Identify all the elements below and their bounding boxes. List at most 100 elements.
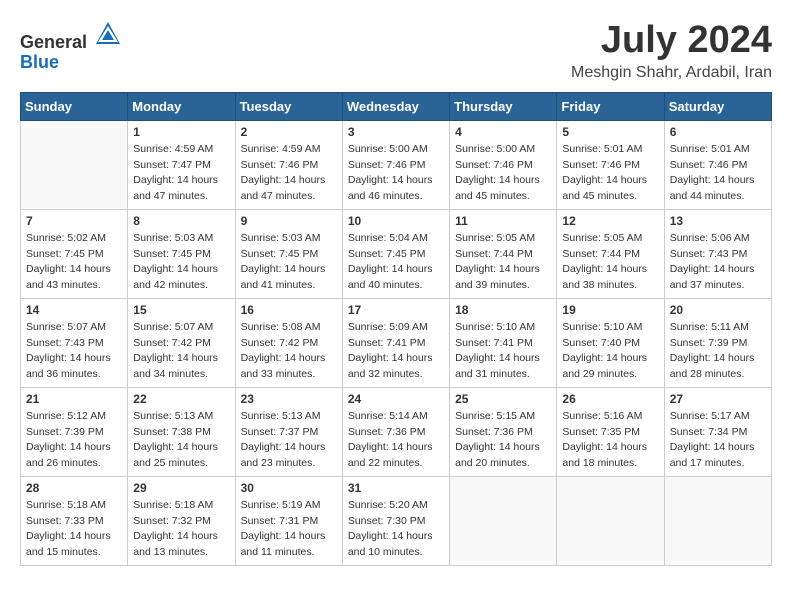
calendar-cell: 15Sunrise: 5:07 AMSunset: 7:42 PMDayligh… [128,298,235,387]
day-number: 14 [26,303,122,317]
day-content: Sunrise: 5:10 AMSunset: 7:40 PMDaylight:… [562,320,658,383]
calendar-week-row: 14 Sunrise: 5:07 AMSunset: 7:43 PMDayligh… [21,298,772,387]
calendar-cell: 19 Sunrise: 5:10 AMSunset: 7:40 PMDayligh… [557,298,664,387]
day-number: 26 [562,392,658,406]
weekday-header-row: SundayMondayTuesdayWednesdayThursdayFrid… [21,92,772,120]
day-content: Sunrise: 5:03 AMSunset: 7:45 PMDaylight:… [133,231,229,294]
weekday-header-wednesday: Wednesday [342,92,449,120]
day-number: 15 [133,303,229,317]
calendar-week-row: 28 Sunrise: 5:18 AMSunset: 7:33 PMDayligh… [21,476,772,565]
day-number: 9 [241,214,337,228]
day-number: 29 [133,481,229,495]
day-content: Sunrise: 5:09 AMSunset: 7:41 PMDaylight:… [348,320,444,383]
logo-icon [94,20,122,48]
calendar-cell: 31 Sunrise: 5:20 AMSunset: 7:30 PMDayligh… [342,476,449,565]
day-number: 11 [455,214,551,228]
day-content: Sunrise: 5:14 AMSunset: 7:36 PMDaylight:… [348,409,444,472]
calendar-table: SundayMondayTuesdayWednesdayThursdayFrid… [20,92,772,566]
day-content: Sunrise: 5:18 AMSunset: 7:32 PMDaylight:… [133,498,229,561]
day-number: 7 [26,214,122,228]
calendar-cell: 23Sunrise: 5:13 AMSunset: 7:37 PMDayligh… [235,387,342,476]
calendar-cell: 3Sunrise: 5:00 AMSunset: 7:46 PMDaylight… [342,120,449,209]
day-content: Sunrise: 5:05 AMSunset: 7:44 PMDaylight:… [455,231,551,294]
day-content: Sunrise: 5:15 AMSunset: 7:36 PMDaylight:… [455,409,551,472]
day-number: 21 [26,392,122,406]
calendar-cell: 25 Sunrise: 5:15 AMSunset: 7:36 PMDayligh… [450,387,557,476]
calendar-cell: 5 Sunrise: 5:01 AMSunset: 7:46 PMDaylight… [557,120,664,209]
day-number: 4 [455,125,551,139]
month-title: July 2024 [571,20,772,62]
day-content: Sunrise: 5:11 AMSunset: 7:39 PMDaylight:… [670,320,766,383]
day-number: 27 [670,392,766,406]
calendar-cell: 26 Sunrise: 5:16 AMSunset: 7:35 PMDayligh… [557,387,664,476]
calendar-cell: 14 Sunrise: 5:07 AMSunset: 7:43 PMDayligh… [21,298,128,387]
day-number: 13 [670,214,766,228]
day-number: 23 [241,392,337,406]
calendar-cell: 28 Sunrise: 5:18 AMSunset: 7:33 PMDayligh… [21,476,128,565]
calendar-cell: 9Sunrise: 5:03 AMSunset: 7:45 PMDaylight… [235,209,342,298]
day-number: 22 [133,392,229,406]
day-content: Sunrise: 5:13 AMSunset: 7:38 PMDaylight:… [133,409,229,472]
day-content: Sunrise: 4:59 AMSunset: 7:46 PMDaylight:… [241,142,337,205]
calendar-cell: 16 Sunrise: 5:08 AMSunset: 7:42 PMDayligh… [235,298,342,387]
day-number: 16 [241,303,337,317]
day-content: Sunrise: 5:00 AMSunset: 7:46 PMDaylight:… [455,142,551,205]
calendar-cell: 8 Sunrise: 5:03 AMSunset: 7:45 PMDaylight… [128,209,235,298]
day-content: Sunrise: 5:07 AMSunset: 7:43 PMDaylight:… [26,320,122,383]
calendar-cell: 30 Sunrise: 5:19 AMSunset: 7:31 PMDayligh… [235,476,342,565]
logo-general: General [20,32,87,52]
day-number: 17 [348,303,444,317]
day-number: 31 [348,481,444,495]
day-number: 10 [348,214,444,228]
calendar-cell: 7 Sunrise: 5:02 AMSunset: 7:45 PMDaylight… [21,209,128,298]
day-number: 8 [133,214,229,228]
day-content: Sunrise: 5:19 AMSunset: 7:31 PMDaylight:… [241,498,337,561]
day-content: Sunrise: 5:08 AMSunset: 7:42 PMDaylight:… [241,320,337,383]
day-number: 19 [562,303,658,317]
weekday-header-sunday: Sunday [21,92,128,120]
calendar-cell: 22 Sunrise: 5:13 AMSunset: 7:38 PMDayligh… [128,387,235,476]
calendar-week-row: 7 Sunrise: 5:02 AMSunset: 7:45 PMDaylight… [21,209,772,298]
day-content: Sunrise: 5:16 AMSunset: 7:35 PMDaylight:… [562,409,658,472]
calendar-cell: 24 Sunrise: 5:14 AMSunset: 7:36 PMDayligh… [342,387,449,476]
day-number: 28 [26,481,122,495]
day-content: Sunrise: 5:10 AMSunset: 7:41 PMDaylight:… [455,320,551,383]
calendar-week-row: 1Sunrise: 4:59 AMSunset: 7:47 PMDaylight… [21,120,772,209]
day-content: Sunrise: 5:12 AMSunset: 7:39 PMDaylight:… [26,409,122,472]
calendar-cell [450,476,557,565]
calendar-cell: 27 Sunrise: 5:17 AMSunset: 7:34 PMDayligh… [664,387,771,476]
calendar-cell: 20Sunrise: 5:11 AMSunset: 7:39 PMDayligh… [664,298,771,387]
day-number: 1 [133,125,229,139]
day-content: Sunrise: 5:01 AMSunset: 7:46 PMDaylight:… [562,142,658,205]
location-title: Meshgin Shahr, Ardabil, Iran [571,64,772,82]
calendar-cell [557,476,664,565]
day-content: Sunrise: 5:05 AMSunset: 7:44 PMDaylight:… [562,231,658,294]
day-number: 18 [455,303,551,317]
calendar-cell: 4 Sunrise: 5:00 AMSunset: 7:46 PMDaylight… [450,120,557,209]
calendar-cell: 6Sunrise: 5:01 AMSunset: 7:46 PMDaylight… [664,120,771,209]
calendar-cell: 11 Sunrise: 5:05 AMSunset: 7:44 PMDayligh… [450,209,557,298]
calendar-cell: 21 Sunrise: 5:12 AMSunset: 7:39 PMDayligh… [21,387,128,476]
weekday-header-tuesday: Tuesday [235,92,342,120]
day-number: 24 [348,392,444,406]
title-area: July 2024 Meshgin Shahr, Ardabil, Iran [571,20,772,82]
day-content: Sunrise: 5:18 AMSunset: 7:33 PMDaylight:… [26,498,122,561]
logo-blue: Blue [20,52,59,72]
day-number: 5 [562,125,658,139]
day-number: 3 [348,125,444,139]
calendar-week-row: 21 Sunrise: 5:12 AMSunset: 7:39 PMDayligh… [21,387,772,476]
day-number: 6 [670,125,766,139]
calendar-cell: 29 Sunrise: 5:18 AMSunset: 7:32 PMDayligh… [128,476,235,565]
calendar-cell [664,476,771,565]
calendar-cell: 13Sunrise: 5:06 AMSunset: 7:43 PMDayligh… [664,209,771,298]
day-content: Sunrise: 5:17 AMSunset: 7:34 PMDaylight:… [670,409,766,472]
calendar-cell [21,120,128,209]
calendar-cell: 10Sunrise: 5:04 AMSunset: 7:45 PMDayligh… [342,209,449,298]
calendar-cell: 18 Sunrise: 5:10 AMSunset: 7:41 PMDayligh… [450,298,557,387]
day-number: 25 [455,392,551,406]
day-number: 30 [241,481,337,495]
day-content: Sunrise: 5:02 AMSunset: 7:45 PMDaylight:… [26,231,122,294]
day-number: 2 [241,125,337,139]
day-content: Sunrise: 5:20 AMSunset: 7:30 PMDaylight:… [348,498,444,561]
page-header: General Blue July 2024 Meshgin Shahr, Ar… [20,20,772,82]
